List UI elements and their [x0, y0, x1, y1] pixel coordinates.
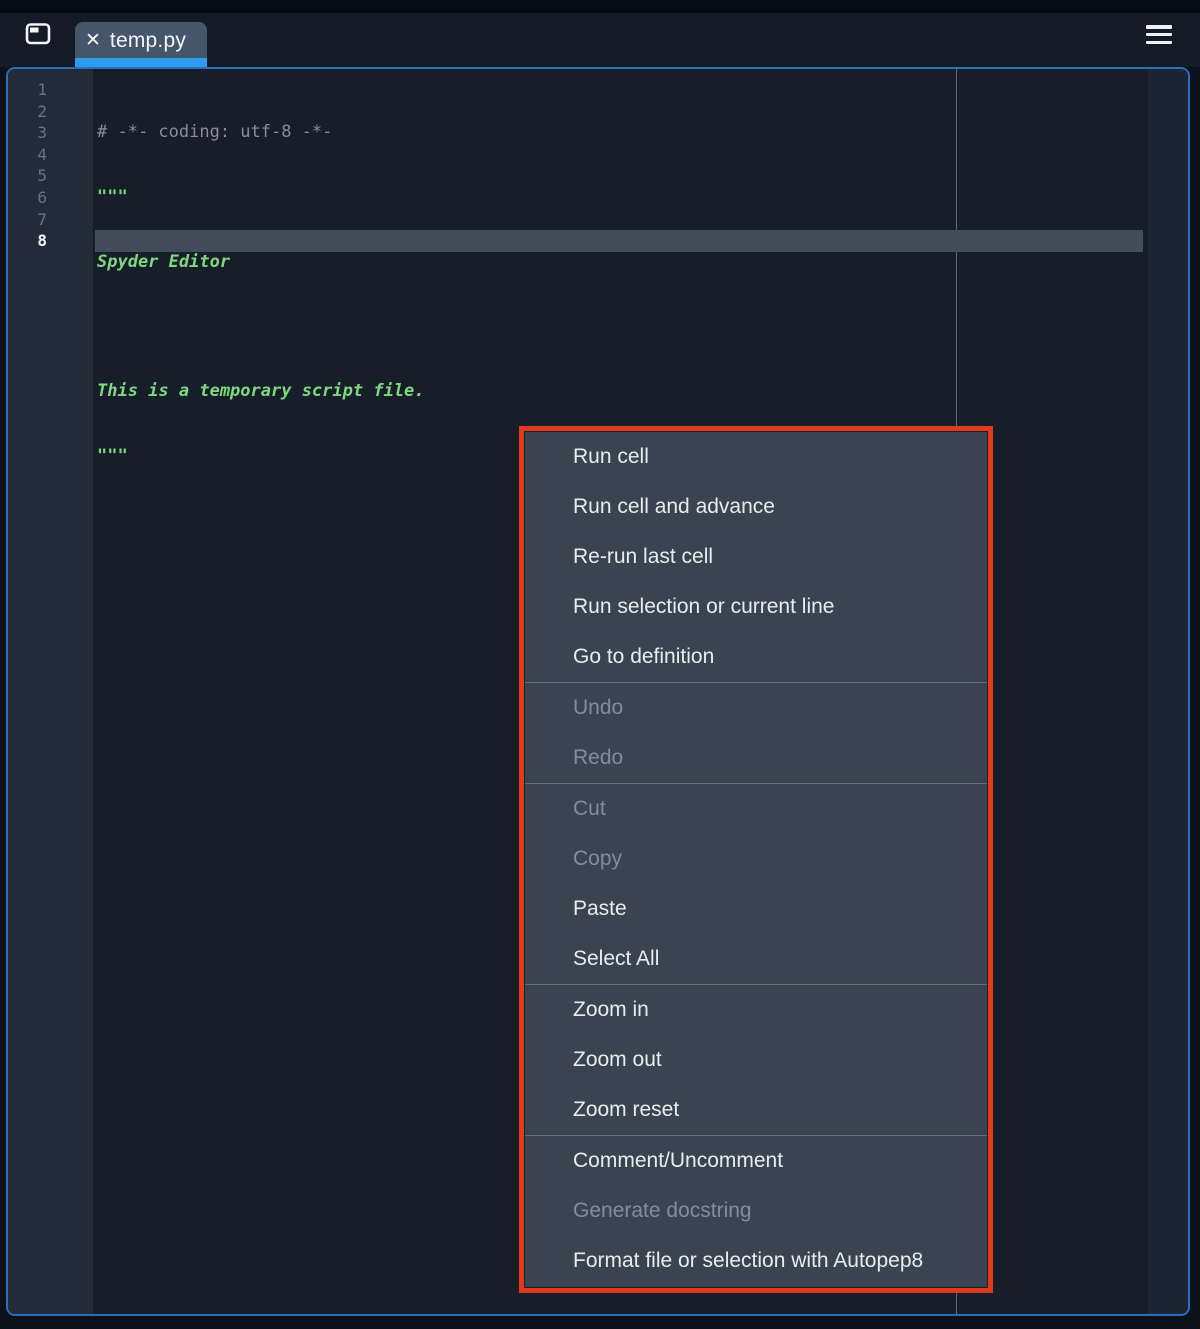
menu-item-comment-uncomment[interactable]: Comment/Uncomment [525, 1136, 987, 1186]
menu-item-run-cell-and-advance[interactable]: Run cell and advance [525, 482, 987, 532]
line-number: 6 [8, 187, 47, 209]
window-header: ✕ temp.py [0, 0, 1200, 67]
menu-item-format-with-autopep8[interactable]: Format file or selection with Autopep8 [525, 1236, 987, 1286]
editor-panel: 1 2 3 4 5 6 7 8 # -*- coding: utf-8 -*- … [6, 67, 1190, 1316]
menu-item-generate-docstring: Generate docstring [525, 1186, 987, 1236]
spyder-editor-window: { "window": { "tab": { "title": "temp.py… [0, 0, 1200, 1329]
line-number: 5 [8, 165, 47, 187]
scrollbar-track[interactable] [1148, 69, 1188, 1314]
code-line: """ [97, 187, 1146, 209]
line-number: 1 [8, 79, 47, 101]
menu-item-re-run-last-cell[interactable]: Re-run last cell [525, 532, 987, 582]
menu-item-zoom-reset[interactable]: Zoom reset [525, 1085, 987, 1135]
line-number: 2 [8, 101, 47, 123]
header-top-strip [0, 0, 1200, 13]
code-line: This is a temporary script file. [97, 381, 1146, 403]
code-line [97, 317, 1146, 339]
code-line: # -*- coding: utf-8 -*- [97, 122, 1146, 144]
menu-item-undo: Undo [525, 683, 987, 733]
browse-tabs-button[interactable] [24, 20, 52, 48]
annotation-highlight-box: Run cell Run cell and advance Re-run las… [519, 426, 993, 1293]
context-menu: Run cell Run cell and advance Re-run las… [525, 432, 987, 1287]
menu-item-go-to-definition[interactable]: Go to definition [525, 632, 987, 682]
menu-item-zoom-in[interactable]: Zoom in [525, 985, 987, 1035]
menu-item-zoom-out[interactable]: Zoom out [525, 1035, 987, 1085]
menu-item-run-cell[interactable]: Run cell [525, 432, 987, 482]
menu-item-select-all[interactable]: Select All [525, 934, 987, 984]
menu-item-paste[interactable]: Paste [525, 884, 987, 934]
browse-tabs-icon [24, 36, 52, 51]
line-number-gutter[interactable]: 1 2 3 4 5 6 7 8 [8, 69, 93, 1314]
tab-title: temp.py [110, 29, 186, 53]
code-line: Spyder Editor [97, 252, 1146, 274]
menu-item-redo: Redo [525, 733, 987, 783]
active-tab-underline [75, 58, 207, 67]
menu-item-copy: Copy [525, 834, 987, 884]
menu-item-run-selection-or-current-line[interactable]: Run selection or current line [525, 582, 987, 632]
line-number-active: 8 [8, 230, 47, 252]
tab-temp-py[interactable]: ✕ temp.py [75, 22, 207, 59]
options-menu-button[interactable] [1146, 25, 1172, 44]
close-tab-icon[interactable]: ✕ [85, 31, 101, 50]
hamburger-menu-icon [1146, 25, 1172, 29]
line-number: 4 [8, 144, 47, 166]
line-number: 7 [8, 209, 47, 231]
line-number: 3 [8, 122, 47, 144]
menu-item-cut: Cut [525, 784, 987, 834]
